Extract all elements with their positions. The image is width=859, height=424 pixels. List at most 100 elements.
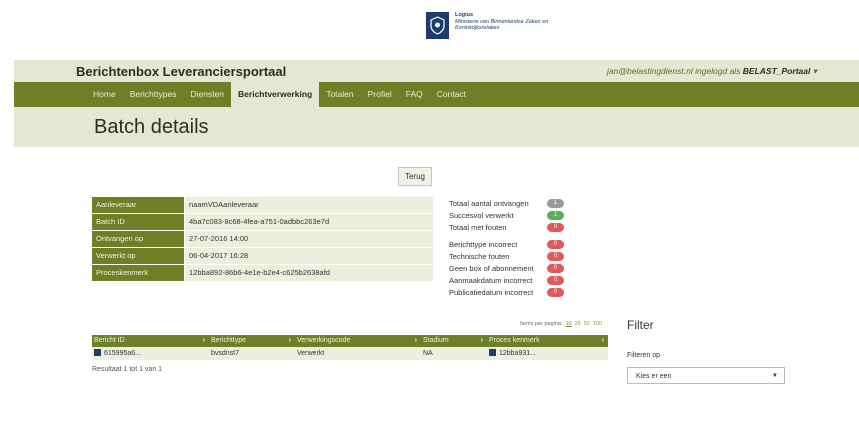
- page-size-option[interactable]: 100: [593, 321, 602, 327]
- filter-select[interactable]: Kies er een ▼: [627, 367, 785, 384]
- sort-icon: ⬍: [600, 338, 605, 344]
- sort-icon: ⬍: [413, 338, 418, 344]
- column-header-label: Verwerkingscode: [297, 337, 351, 344]
- column-header-label: Proces kenmerk: [489, 337, 540, 344]
- nav-item-totalen[interactable]: Totalen: [319, 82, 360, 107]
- column-header[interactable]: Bericht ID ⬍: [92, 335, 209, 347]
- table-cell-text: bvsdnst7: [211, 350, 240, 357]
- document-icon: [94, 349, 101, 356]
- filter-title: Filter: [627, 318, 654, 332]
- stat-row: Geen box of abonnement 0: [449, 262, 564, 274]
- detail-value: 27-07-2016 14:00: [185, 231, 433, 247]
- detail-value: 06-04-2017 16:28: [185, 248, 433, 264]
- stat-row: Publicatiedatum incorrect 0: [449, 286, 564, 298]
- count-badge: 0: [547, 263, 564, 273]
- detail-label: Proceskenmerk: [92, 265, 184, 281]
- page-size-option[interactable]: 10: [566, 321, 572, 327]
- stat-label: Succesvol verwerkt: [449, 210, 514, 220]
- nav-item-faq[interactable]: FAQ: [399, 82, 430, 107]
- table-cell[interactable]: 615995a6...: [92, 347, 209, 360]
- back-button[interactable]: Terug: [398, 167, 432, 186]
- count-badge: 0: [547, 287, 564, 297]
- detail-value: 12bba892-86b6-4e1e-b2e4-c625b2638afd: [185, 265, 433, 281]
- column-header-label: Bericht ID: [94, 337, 125, 344]
- table-header: Bericht ID ⬍ Berichttype ⬍ Verwerkingscode ⬍ S…: [92, 335, 608, 347]
- nav-item-berichttypes[interactable]: Berichttypes: [123, 82, 184, 107]
- table-cell-text: NA: [423, 350, 433, 357]
- logo-ministry-2: Koninkrijksrelaties: [455, 25, 500, 31]
- caret-down-icon: ▼: [772, 373, 778, 379]
- table-cell: Verwerkt: [295, 347, 421, 360]
- detail-label: Aanleveraar: [92, 197, 184, 213]
- stat-label: Geen box of abonnement: [449, 263, 534, 273]
- table-cell: NA: [421, 347, 487, 360]
- page-size-option[interactable]: 25: [575, 321, 581, 327]
- table-cell-text: 615995a6...: [104, 350, 141, 357]
- sort-icon: ⬍: [287, 338, 292, 344]
- table-cell: bvsdnst7: [209, 347, 295, 360]
- column-header-label: Stadium: [423, 337, 449, 344]
- column-header[interactable]: Berichttype ⬍: [209, 335, 295, 347]
- stat-row: Technische fouten 0: [449, 250, 564, 262]
- count-badge: 0: [547, 239, 564, 249]
- detail-label: Verwerkt op: [92, 248, 184, 264]
- messages-table: Bericht ID ⬍ Berichttype ⬍ Verwerkingscode ⬍ S…: [92, 335, 608, 360]
- stat-row: Succesvol verwerkt 1: [449, 209, 564, 221]
- paging-label: Items per pagina:: [520, 321, 563, 327]
- nav-item-contact[interactable]: Contact: [430, 82, 473, 107]
- detail-row: Ontvangen op 27-07-2016 14:00: [92, 231, 433, 247]
- page-title: Batch details: [94, 116, 209, 138]
- sort-icon: ⬍: [479, 338, 484, 344]
- page-size-option[interactable]: 50: [584, 321, 590, 327]
- column-header[interactable]: Proces kenmerk ⬍: [487, 335, 608, 347]
- table-row[interactable]: 615995a6... bvsdnst7 Verwerkt NA 12bba931...: [92, 347, 608, 360]
- detail-label: Batch ID: [92, 214, 184, 230]
- table-cell[interactable]: 12bba931...: [487, 347, 608, 360]
- detail-value: naamVDAanleveraar: [185, 197, 433, 213]
- document-icon: [489, 349, 496, 356]
- result-count: Resultaat 1 tot 1 van 1: [92, 366, 163, 373]
- user-logged-in-text: ingelogd als: [692, 66, 743, 76]
- batch-details-table: Aanleveraar naamVDAanleveraar Batch ID 4ba7…: [92, 197, 433, 282]
- batch-stats: Totaal aantal ontvangen 1 Succesvol verwer…: [449, 197, 564, 298]
- stat-row: Berichttype incorrect 0: [449, 238, 564, 250]
- count-badge: 1: [547, 210, 564, 220]
- detail-value: 4ba7c083-8c68-4fea-a751-0adbbc263e7d: [185, 214, 433, 230]
- stat-label: Publicatiedatum incorrect: [449, 287, 534, 297]
- filter-select-value: Kies er een: [636, 373, 672, 380]
- detail-row: Proceskenmerk 12bba892-86b6-4e1e-b2e4-c62…: [92, 265, 433, 281]
- stat-label: Totaal met fouten: [449, 222, 507, 232]
- brand-title[interactable]: Berichtenbox Leveranciersportaal: [76, 64, 286, 79]
- count-badge: 0: [547, 222, 564, 232]
- table-body: 615995a6... bvsdnst7 Verwerkt NA 12bba931...: [92, 347, 608, 360]
- count-badge: 1: [547, 198, 564, 208]
- nav-item-berichtverwerking[interactable]: Berichtverwerking: [231, 82, 320, 107]
- filter-label: Filteren op: [627, 352, 661, 359]
- chevron-down-icon: ▾: [812, 66, 817, 76]
- detail-row: Aanleveraar naamVDAanleveraar: [92, 197, 433, 213]
- user-role: BELAST_Portaal: [742, 66, 811, 76]
- logius-logo: Logius Ministerie van Binnenlandse Zaken…: [426, 12, 548, 39]
- stat-label: Totaal aantal ontvangen: [449, 198, 529, 208]
- column-header[interactable]: Stadium ⬍: [421, 335, 487, 347]
- nav-item-diensten[interactable]: Diensten: [183, 82, 231, 107]
- stat-label: Aanmaakdatum incorrect: [449, 275, 533, 285]
- sort-icon: ⬍: [201, 338, 206, 344]
- main-nav: Home Berichttypes Diensten Berichtverwerkin…: [86, 82, 473, 107]
- nav-item-home[interactable]: Home: [86, 82, 123, 107]
- detail-row: Batch ID 4ba7c083-8c68-4fea-a751-0adbbc26…: [92, 214, 433, 230]
- nav-item-profiel[interactable]: Profiel: [361, 82, 399, 107]
- items-per-page: Items per pagina: 10 25 50 100: [520, 321, 602, 327]
- coat-of-arms-icon: [426, 12, 449, 39]
- detail-label: Ontvangen op: [92, 231, 184, 247]
- user-menu[interactable]: jan@belastingdienst.nl ingelogd als BELA…: [607, 66, 817, 77]
- detail-row: Verwerkt op 06-04-2017 16:28: [92, 248, 433, 264]
- count-badge: 0: [547, 275, 564, 285]
- column-header-label: Berichttype: [211, 337, 247, 344]
- stat-row: Totaal met fouten 0: [449, 221, 564, 233]
- stat-row: Aanmaakdatum incorrect 0: [449, 274, 564, 286]
- column-header[interactable]: Verwerkingscode ⬍: [295, 335, 421, 347]
- table-cell-text: 12bba931...: [499, 350, 536, 357]
- stat-row: Totaal aantal ontvangen 1: [449, 197, 564, 209]
- user-email: jan@belastingdienst.nl: [607, 66, 693, 76]
